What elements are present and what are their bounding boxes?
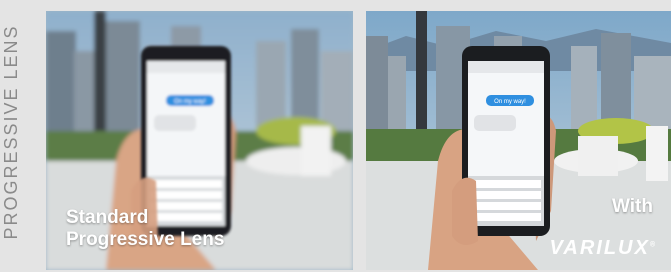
progressive-lens-side-label: PROGRESSIVE LENS bbox=[1, 24, 21, 240]
message-bubble-text: On my way! bbox=[174, 99, 206, 105]
message-bubble-text: On my way! bbox=[494, 99, 526, 105]
varilux-lens-scene: On my way! bbox=[366, 11, 671, 270]
with-caption: With bbox=[612, 196, 653, 217]
caption-line-standard: Standard bbox=[66, 207, 149, 228]
caption-line-progressive-lens: Progressive Lens bbox=[66, 229, 225, 250]
standard-lens-photo: On my way! Standard Progressive Lens bbox=[46, 11, 353, 270]
varilux-logo: VARILUX® bbox=[549, 237, 655, 259]
varilux-brand-text: VARILUX bbox=[549, 237, 650, 259]
standard-lens-caption: Standard Progressive Lens bbox=[66, 207, 224, 251]
varilux-lens-photo: On my way! With VARILUX® bbox=[366, 11, 671, 270]
